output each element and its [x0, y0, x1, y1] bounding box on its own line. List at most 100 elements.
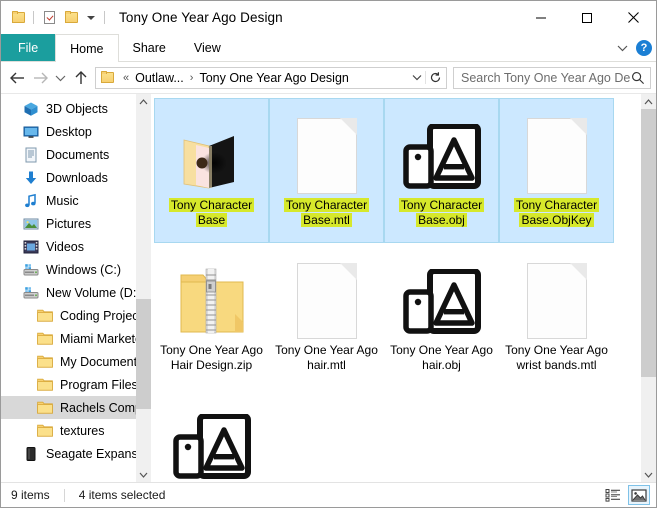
breadcrumb[interactable]: « Outlaw... › Tony One Year Ago Design: [95, 66, 447, 89]
new-folder-icon[interactable]: [60, 7, 82, 29]
window-title: Tony One Year Ago Design: [119, 10, 283, 25]
content-scroll-up-arrow-icon[interactable]: [641, 94, 656, 109]
sidebar-scroll-thumb[interactable]: [136, 299, 151, 409]
selection-count-label: 4 items selected: [78, 488, 166, 502]
close-button[interactable]: [610, 1, 656, 34]
sidebar-item-rachels-compu[interactable]: Rachels Compu: [1, 396, 151, 419]
file-thumbnail: [155, 104, 268, 194]
scroll-up-arrow-icon[interactable]: [136, 94, 151, 109]
file-item[interactable]: Tony One Year: [154, 388, 269, 482]
file-name-label: Tony One Year Ago hair.obj: [390, 343, 493, 372]
address-bar: « Outlaw... › Tony One Year Ago Design S…: [1, 62, 656, 93]
large-icons-view-icon[interactable]: [628, 485, 650, 505]
file-item[interactable]: Tony Character Base: [154, 98, 269, 243]
window-controls: [518, 1, 656, 34]
content-scroll-down-arrow-icon[interactable]: [641, 467, 656, 482]
sidebar-item-label: Downloads: [46, 170, 108, 185]
file-item[interactable]: Tony One Year Ago Hair Design.zip: [154, 243, 269, 388]
scroll-down-arrow-icon[interactable]: [136, 467, 151, 482]
sidebar-item-label: Documents: [46, 147, 110, 162]
minimize-button[interactable]: [518, 1, 564, 34]
sidebar-item-coding-project[interactable]: Coding Project: [1, 304, 151, 327]
breadcrumb-separator: ›: [189, 71, 194, 84]
tab-home[interactable]: Home: [55, 34, 119, 62]
open-folder-icon: [176, 132, 248, 194]
file-explorer-window: Tony One Year Ago Design File Home Share…: [0, 0, 657, 508]
file-item[interactable]: Tony Character Base.mtl: [269, 98, 384, 243]
sidebar-item-documents[interactable]: Documents: [1, 143, 151, 166]
sidebar-item-program-files[interactable]: Program Files: [1, 373, 151, 396]
details-view-icon[interactable]: [602, 485, 624, 505]
sidebar-item-videos[interactable]: Videos: [1, 235, 151, 258]
sidebar-item-label: My Documents: [60, 354, 144, 369]
back-arrow-icon[interactable]: [6, 65, 29, 91]
sidebar-item-new-volume-d[interactable]: New Volume (D:): [1, 281, 151, 304]
breadcrumb-item-1[interactable]: Tony One Year Ago Design: [197, 71, 350, 85]
videos-icon: [23, 239, 39, 255]
sidebar-item-label: Seagate Expansi: [46, 446, 141, 461]
refresh-icon[interactable]: [425, 71, 444, 84]
sidebar-scrollbar[interactable]: [136, 94, 151, 482]
folder-icon[interactable]: [7, 7, 29, 29]
file-item[interactable]: Tony One Year Ago hair.mtl: [269, 243, 384, 388]
customize-caret-icon[interactable]: [82, 7, 100, 29]
maximize-button[interactable]: [564, 1, 610, 34]
search-input[interactable]: Search Tony One Year Ago De...: [453, 66, 651, 89]
breadcrumb-overflow[interactable]: «: [119, 72, 133, 84]
sidebar-item-label: Coding Project: [60, 308, 142, 323]
file-thumbnail: [500, 104, 613, 194]
recent-locations-icon[interactable]: [52, 65, 69, 91]
content-scroll-thumb[interactable]: [641, 109, 656, 377]
file-name-label: Tony One Year Ago wrist bands.mtl: [505, 343, 608, 372]
sidebar-item-my-documents[interactable]: My Documents: [1, 350, 151, 373]
file-name-label: Tony Character Base: [158, 198, 266, 228]
breadcrumb-chevron-down-icon[interactable]: [409, 74, 425, 81]
highlight-annotation: Base.obj: [416, 213, 467, 227]
file-item[interactable]: Tony Character Base.ObjKey: [499, 98, 614, 243]
explorer-body: 3D Objects Desktop Documents Downloads Music…: [1, 93, 656, 482]
sidebar-item-music[interactable]: Music: [1, 189, 151, 212]
up-arrow-icon[interactable]: [69, 65, 92, 91]
sidebar-item-seagate-expansi[interactable]: Seagate Expansi: [1, 442, 151, 465]
sidebar-item-pictures[interactable]: Pictures: [1, 212, 151, 235]
tab-share[interactable]: Share: [119, 34, 180, 61]
breadcrumb-item-0[interactable]: Outlaw...: [133, 71, 186, 85]
content-scrollbar[interactable]: [641, 94, 656, 482]
file-item[interactable]: Tony One Year Ago wrist bands.mtl: [499, 243, 614, 388]
sidebar-item-desktop[interactable]: Desktop: [1, 120, 151, 143]
file-item[interactable]: Tony One Year Ago hair.obj: [384, 243, 499, 388]
sidebar-item-windows-c[interactable]: Windows (C:): [1, 258, 151, 281]
folder-icon: [37, 377, 53, 393]
drive-icon: [23, 262, 39, 278]
file-item[interactable]: Tony Character Base.obj: [384, 98, 499, 243]
ribbon-right-controls: ?: [614, 34, 652, 61]
forward-arrow-icon: [29, 65, 52, 91]
sidebar-scroll-track[interactable]: [136, 109, 151, 467]
blank-document-icon: [296, 263, 357, 339]
sidebar-item-3d-objects[interactable]: 3D Objects: [1, 97, 151, 120]
content-scroll-track[interactable]: [641, 109, 656, 467]
sidebar-item-label: textures: [60, 423, 105, 438]
status-divider: [63, 488, 65, 502]
navigation-pane: 3D Objects Desktop Documents Downloads Music…: [1, 94, 151, 482]
tab-view[interactable]: View: [180, 34, 235, 61]
3d-object-icon: [402, 268, 481, 339]
sidebar-item-miami-marketer[interactable]: Miami Marketer: [1, 327, 151, 350]
view-mode-buttons: [602, 483, 650, 507]
file-thumbnail: [269, 249, 384, 339]
properties-icon[interactable]: [38, 7, 60, 29]
highlight-annotation: Tony Character: [168, 198, 255, 212]
tab-file[interactable]: File: [1, 34, 56, 61]
item-count-label: 9 items: [11, 488, 50, 502]
chevron-down-icon[interactable]: [614, 40, 630, 56]
file-list-view[interactable]: Tony Character Base Tony Character Base.mtl…: [151, 94, 656, 482]
search-icon[interactable]: [630, 71, 646, 85]
help-icon[interactable]: ?: [636, 39, 652, 56]
sidebar-item-textures[interactable]: textures: [1, 419, 151, 442]
title-bar: Tony One Year Ago Design: [1, 1, 656, 34]
sidebar-item-label: Pictures: [46, 216, 92, 231]
sidebar-item-downloads[interactable]: Downloads: [1, 166, 151, 189]
highlight-annotation: Base: [195, 213, 228, 227]
downloads-icon: [23, 170, 39, 186]
file-name-label: Tony Character Base.ObjKey: [503, 198, 611, 228]
